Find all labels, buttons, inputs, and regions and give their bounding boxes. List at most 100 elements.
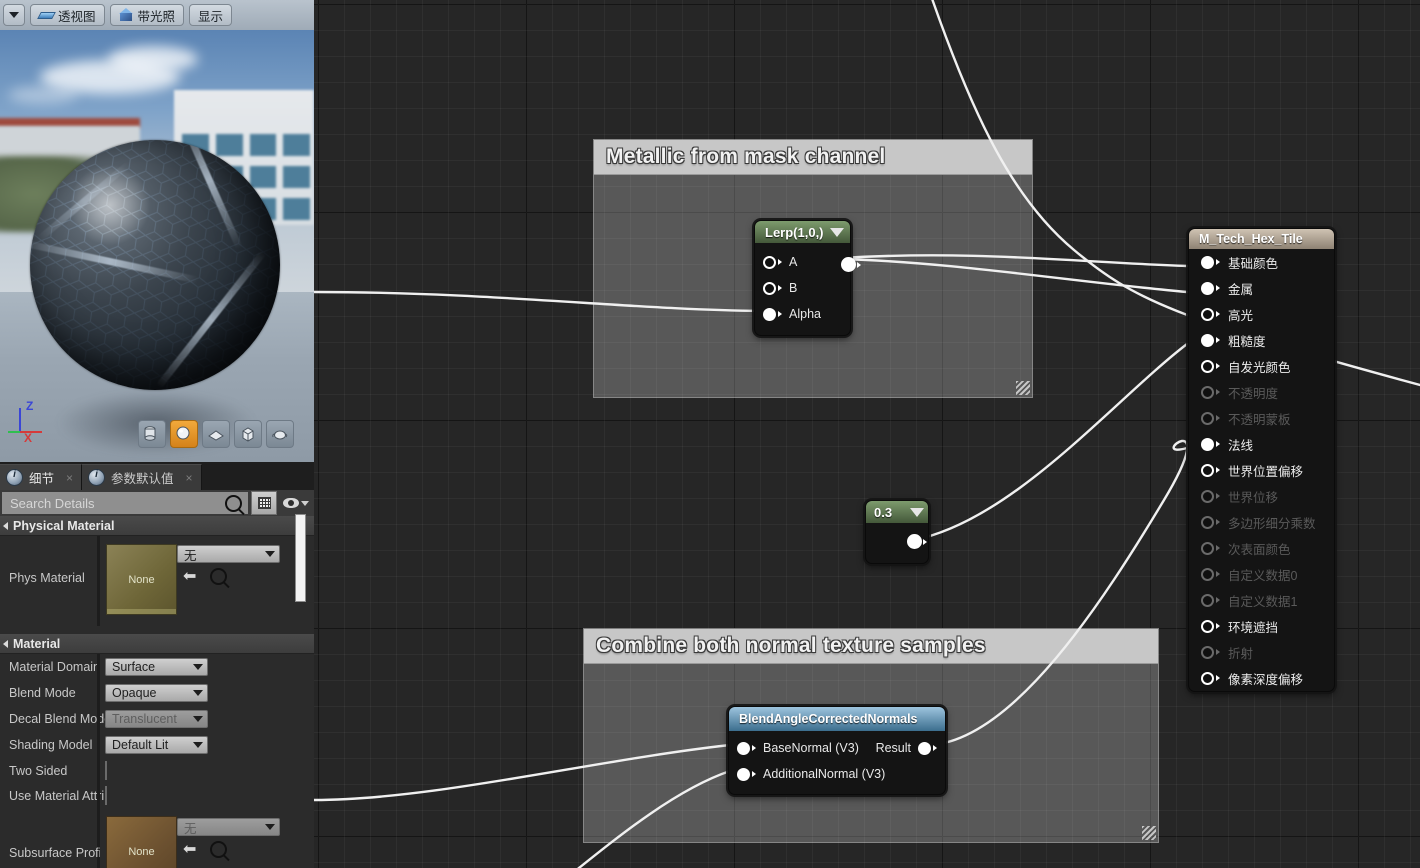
lerp-input-a[interactable]: A [755, 249, 850, 275]
material-output-pin-row[interactable]: 不透明度 [1189, 379, 1334, 405]
comment-title-bar[interactable]: Combine both normal texture samples [584, 629, 1158, 664]
blend-normals-node[interactable]: BlendAngleCorrectedNormals BaseNormal (V… [728, 706, 946, 795]
blend-mode-combo[interactable]: Opaque [105, 684, 208, 702]
subsurface-profile-combo[interactable]: 无 [177, 818, 280, 836]
decal-blend-mode-combo[interactable]: Translucent [105, 710, 208, 728]
resize-handle[interactable] [1016, 381, 1030, 395]
lerp-node-title[interactable]: Lerp(1,0,) [755, 221, 850, 243]
pin-arrow-icon [1216, 337, 1220, 343]
visibility-options-button[interactable] [283, 498, 309, 508]
material-preview-viewport[interactable]: Z X [0, 30, 314, 462]
lerp-input-alpha[interactable]: Alpha [755, 301, 850, 327]
use-selected-asset-icon[interactable]: ⬅ [183, 842, 196, 858]
pin-alpha-icon[interactable] [763, 308, 776, 321]
material-output-pin-row[interactable]: 世界位置偏移 [1189, 457, 1334, 483]
browse-asset-icon[interactable] [210, 568, 227, 585]
pin-icon[interactable] [1201, 568, 1214, 581]
pin-icon[interactable] [1201, 594, 1214, 607]
constant-node[interactable]: 0.3 [865, 500, 929, 564]
perspective-button[interactable]: 透视图 [30, 4, 105, 26]
use-selected-asset-icon[interactable]: ⬅ [183, 569, 196, 585]
pin-icon[interactable] [1201, 438, 1214, 451]
pin-icon[interactable] [1201, 256, 1214, 269]
pin-icon[interactable] [1201, 282, 1214, 295]
phys-material-combo[interactable]: 无 [177, 545, 280, 563]
material-output-pin-row[interactable]: 高光 [1189, 301, 1334, 327]
material-output-pin-row[interactable]: 自定义数据1 [1189, 587, 1334, 613]
material-output-pin-row[interactable]: 像素深度偏移 [1189, 665, 1334, 691]
resize-handle[interactable] [1142, 826, 1156, 840]
pin-icon[interactable] [1201, 516, 1214, 529]
material-output-pin-row[interactable]: 法线 [1189, 431, 1334, 457]
material-graph-canvas[interactable]: Metallic from mask channel Combine both … [314, 0, 1420, 868]
two-sided-checkbox[interactable] [105, 761, 107, 780]
browse-asset-icon[interactable] [210, 841, 227, 858]
chevron-down-icon[interactable] [830, 228, 844, 237]
show-flags-button[interactable]: 显示 [189, 4, 232, 26]
material-output-pin-row[interactable]: 不透明蒙板 [1189, 405, 1334, 431]
pin-icon[interactable] [1201, 542, 1214, 555]
lerp-input-b[interactable]: B [755, 275, 850, 301]
column-splitter[interactable] [97, 536, 100, 626]
blend-input-additionalnormal[interactable]: AdditionalNormal (V3) [729, 761, 945, 787]
preview-sphere-mesh[interactable] [30, 140, 280, 390]
pin-icon[interactable] [1201, 308, 1214, 321]
material-output-pin-row[interactable]: 自定义数据0 [1189, 561, 1334, 587]
material-output-pin-row[interactable]: 粗糙度 [1189, 327, 1334, 353]
material-output-pin-row[interactable]: 环境遮挡 [1189, 613, 1334, 639]
pin-icon[interactable] [1201, 490, 1214, 503]
details-scrollbar[interactable] [295, 514, 306, 602]
material-output-pin-row[interactable]: 金属 [1189, 275, 1334, 301]
plane-preview-shape[interactable] [202, 420, 230, 448]
shading-model-combo[interactable]: Default Lit [105, 736, 208, 754]
viewport-menu-button[interactable] [3, 4, 25, 26]
teapot-preview-shape[interactable] [266, 420, 294, 448]
pin-result-icon[interactable] [918, 742, 931, 755]
phys-material-thumbnail[interactable]: None [106, 544, 177, 615]
constant-node-title[interactable]: 0.3 [866, 501, 928, 523]
search-input[interactable] [8, 495, 212, 512]
pin-icon[interactable] [1201, 386, 1214, 399]
cube-preview-shape[interactable] [234, 420, 262, 448]
material-output-pin-row[interactable]: 折射 [1189, 639, 1334, 665]
pin-additionalnormal-icon[interactable] [737, 768, 750, 781]
pin-icon[interactable] [1201, 620, 1214, 633]
pin-icon[interactable] [1201, 646, 1214, 659]
category-material[interactable]: Material [0, 634, 314, 654]
material-output-node-title[interactable]: M_Tech_Hex_Tile [1189, 229, 1334, 249]
lerp-output-pin[interactable] [841, 257, 856, 272]
close-icon[interactable]: × [186, 471, 193, 485]
category-physical-material[interactable]: Physical Material [0, 516, 314, 536]
lerp-node[interactable]: Lerp(1,0,) A B Alpha [754, 220, 851, 336]
pin-b-icon[interactable] [763, 282, 776, 295]
material-output-node[interactable]: M_Tech_Hex_Tile 基础颜色金属高光粗糙度自发光颜色不透明度不透明蒙… [1188, 228, 1335, 692]
search-field-wrap[interactable] [2, 492, 248, 514]
pin-icon[interactable] [1201, 360, 1214, 373]
material-output-pin-row[interactable]: 世界位移 [1189, 483, 1334, 509]
pin-a-icon[interactable] [763, 256, 776, 269]
close-icon[interactable]: × [66, 471, 73, 485]
chevron-down-icon[interactable] [910, 508, 924, 517]
view-options-grid-button[interactable] [251, 491, 277, 515]
lit-mode-button[interactable]: 带光照 [110, 4, 185, 26]
material-output-pin-row[interactable]: 次表面颜色 [1189, 535, 1334, 561]
use-material-attributes-checkbox[interactable] [105, 786, 107, 805]
sphere-preview-shape[interactable] [170, 420, 198, 448]
material-output-pin-row[interactable]: 自发光颜色 [1189, 353, 1334, 379]
constant-output-pin[interactable] [907, 534, 922, 549]
material-domain-combo[interactable]: Surface [105, 658, 208, 676]
subsurface-profile-thumbnail[interactable]: None [106, 816, 177, 868]
pin-icon[interactable] [1201, 464, 1214, 477]
pin-basenormal-icon[interactable] [737, 742, 750, 755]
pin-icon[interactable] [1201, 412, 1214, 425]
pin-icon[interactable] [1201, 672, 1214, 685]
material-output-pin-row[interactable]: 多边形细分乘数 [1189, 509, 1334, 535]
material-output-pin-row[interactable]: 基础颜色 [1189, 249, 1334, 275]
cylinder-preview-shape[interactable] [138, 420, 166, 448]
pin-icon[interactable] [1201, 334, 1214, 347]
blend-normals-node-title[interactable]: BlendAngleCorrectedNormals [729, 707, 945, 731]
blend-input-basenormal[interactable]: BaseNormal (V3) Result [729, 735, 945, 761]
comment-title-bar[interactable]: Metallic from mask channel [594, 140, 1032, 175]
tab-parameter-defaults[interactable]: 参数默认值 × [82, 464, 202, 490]
tab-details[interactable]: 细节 × [0, 464, 82, 490]
